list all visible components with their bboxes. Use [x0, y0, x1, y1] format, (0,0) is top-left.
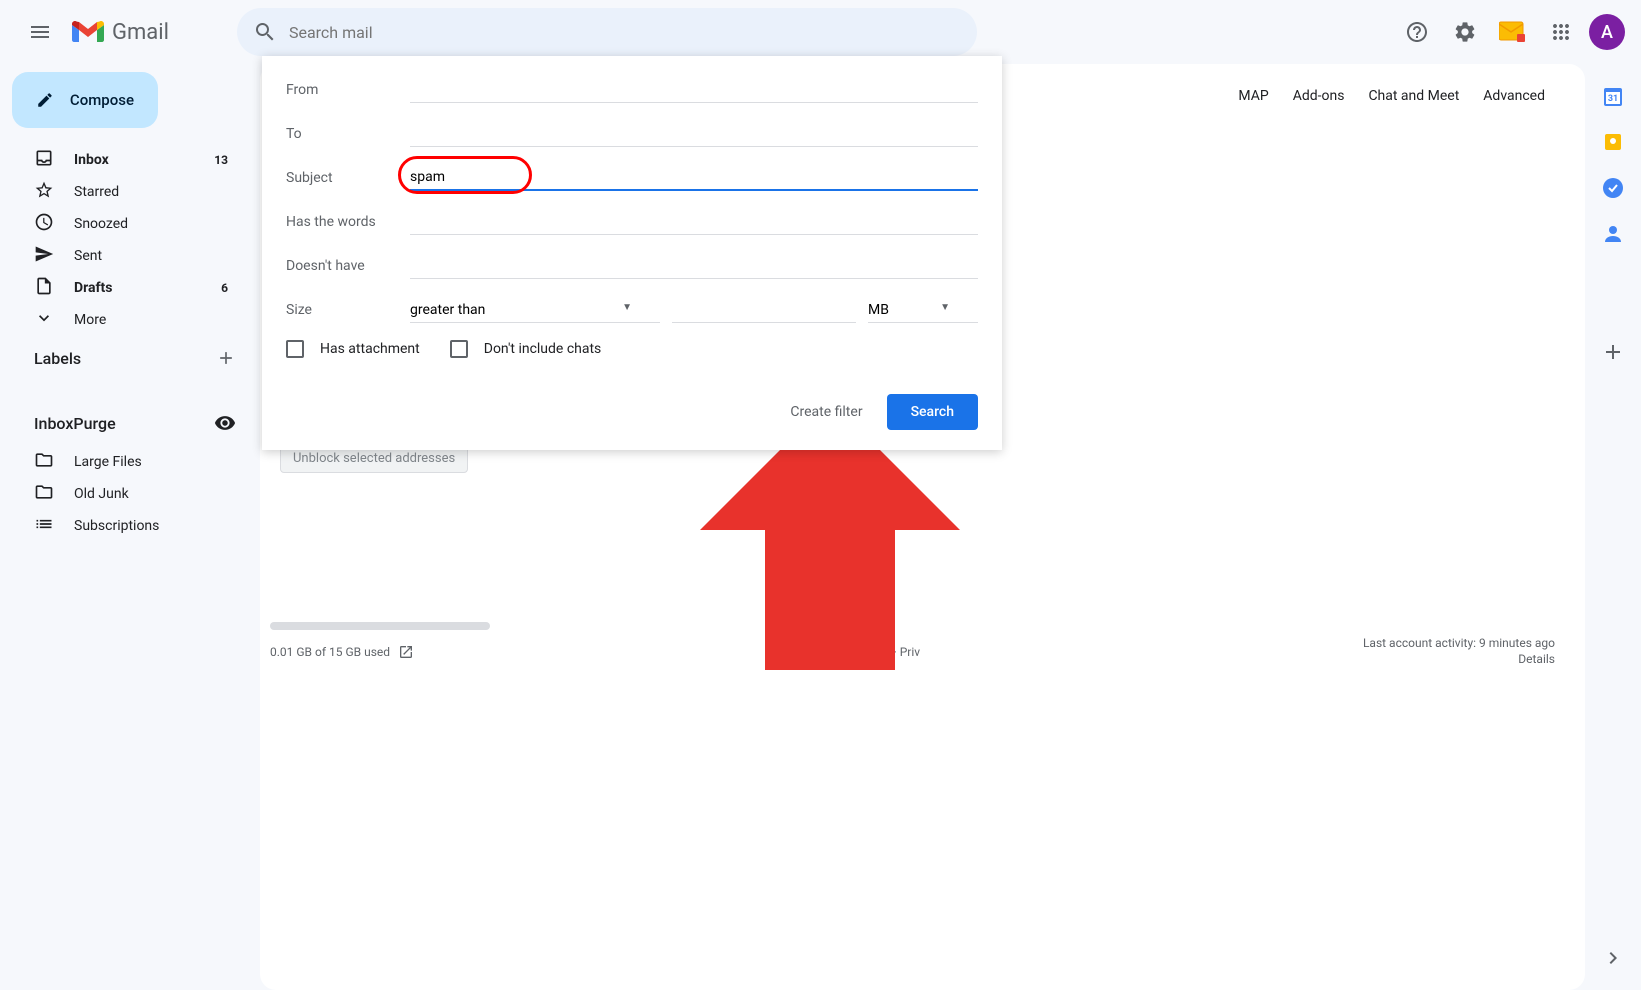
sidebar-item-label: Starred	[74, 184, 119, 200]
pencil-icon	[36, 88, 54, 112]
size-operator-select[interactable]: greater than ▼	[410, 298, 660, 323]
tab-map[interactable]: MAP	[1238, 84, 1268, 108]
tab-advanced[interactable]: Advanced	[1483, 84, 1545, 108]
settings-icon[interactable]	[1445, 12, 1485, 52]
clock-icon	[34, 212, 54, 236]
sidebar-item-label: Subscriptions	[74, 518, 159, 534]
has-attachment-checkbox[interactable]: Has attachment	[286, 340, 420, 358]
subject-input[interactable]	[410, 165, 978, 191]
eye-icon[interactable]	[214, 412, 236, 434]
sidebar-item-inbox[interactable]: Inbox 13	[8, 144, 252, 176]
svg-text:31: 31	[1608, 94, 1618, 104]
list-icon	[34, 514, 54, 538]
app-name: Gmail	[112, 20, 169, 45]
chevron-down-icon: ▼	[940, 302, 950, 318]
sidebar-item-starred[interactable]: Starred	[8, 176, 252, 208]
checkbox-icon	[450, 340, 468, 358]
sidebar-item-count: 13	[214, 153, 228, 167]
sidebar-item-label: Inbox	[74, 152, 109, 168]
compose-label: Compose	[70, 91, 134, 109]
inboxpurge-item-large-files[interactable]: Large Files	[8, 446, 252, 478]
haswords-input[interactable]	[410, 210, 978, 235]
plus-icon[interactable]	[216, 348, 236, 368]
search-button[interactable]: Search	[887, 394, 978, 430]
draft-icon	[34, 276, 54, 300]
compose-button[interactable]: Compose	[12, 72, 158, 128]
folder-icon	[34, 482, 54, 506]
sidebar-item-more[interactable]: More	[8, 304, 252, 336]
sidebar-item-drafts[interactable]: Drafts 6	[8, 272, 252, 304]
create-filter-link[interactable]: Create filter	[790, 404, 862, 420]
search-icon	[253, 20, 277, 44]
inboxpurge-header: InboxPurge	[8, 400, 252, 446]
from-input[interactable]	[410, 78, 978, 103]
doesnthave-label: Doesn't have	[286, 258, 410, 274]
storage-footer: 0.01 GB of 15 GB used	[270, 644, 414, 660]
details-link[interactable]: Details	[1363, 652, 1555, 666]
apps-icon[interactable]	[1541, 12, 1581, 52]
star-icon	[34, 180, 54, 204]
sidebar-item-sent[interactable]: Sent	[8, 240, 252, 272]
chevron-right-icon[interactable]	[1601, 946, 1625, 974]
chevron-down-icon	[34, 308, 54, 332]
add-panel-icon[interactable]	[1601, 340, 1625, 364]
size-value-input[interactable]	[672, 298, 856, 323]
checkbox-icon	[286, 340, 304, 358]
tab-addons[interactable]: Add-ons	[1293, 84, 1345, 108]
chevron-down-icon: ▼	[622, 302, 632, 318]
keep-icon[interactable]	[1601, 130, 1625, 154]
account-avatar[interactable]: A	[1589, 14, 1625, 50]
inboxpurge-item-old-junk[interactable]: Old Junk	[8, 478, 252, 510]
calendar-icon[interactable]: 31	[1601, 84, 1625, 108]
sidebar-item-count: 6	[221, 281, 228, 295]
sidebar-item-label: Old Junk	[74, 486, 129, 502]
doesnthave-input[interactable]	[410, 254, 978, 279]
sidebar-item-snoozed[interactable]: Snoozed	[8, 208, 252, 240]
subject-label: Subject	[286, 170, 410, 186]
dont-include-chats-checkbox[interactable]: Don't include chats	[450, 340, 602, 358]
gmail-icon	[72, 20, 104, 44]
side-panel: 31	[1585, 64, 1641, 364]
from-label: From	[286, 82, 410, 98]
sidebar-item-label: Large Files	[74, 454, 142, 470]
search-bar[interactable]	[237, 8, 977, 56]
send-icon	[34, 244, 54, 268]
sidebar-item-label: Snoozed	[74, 216, 128, 232]
size-label: Size	[286, 302, 410, 318]
search-options-dropdown: From To Subject Has the words Doesn't ha…	[262, 56, 1002, 450]
tasks-icon[interactable]	[1601, 176, 1625, 200]
size-unit-select[interactable]: MB ▼	[868, 298, 978, 323]
search-input[interactable]	[289, 23, 961, 42]
sidebar-item-label: More	[74, 312, 106, 328]
labels-header: Labels	[8, 336, 252, 380]
mail-badge-icon[interactable]	[1493, 12, 1533, 52]
inbox-icon	[34, 148, 54, 172]
to-input[interactable]	[410, 122, 978, 147]
open-in-new-icon[interactable]	[398, 644, 414, 660]
tab-chat-meet[interactable]: Chat and Meet	[1368, 84, 1459, 108]
sidebar-item-label: Drafts	[74, 280, 112, 296]
scrollbar[interactable]	[270, 622, 490, 630]
activity-footer: Last account activity: 9 minutes ago	[1363, 636, 1555, 650]
sidebar-item-label: Sent	[74, 248, 102, 264]
to-label: To	[286, 126, 410, 142]
gmail-logo[interactable]: Gmail	[72, 20, 169, 45]
sidebar: Compose Inbox 13 Starred Snoozed Sent Drafts 6…	[0, 64, 260, 990]
inboxpurge-item-subscriptions[interactable]: Subscriptions	[8, 510, 252, 542]
haswords-label: Has the words	[286, 214, 410, 230]
main-menu-icon[interactable]	[16, 8, 64, 56]
contacts-icon[interactable]	[1601, 222, 1625, 246]
help-icon[interactable]	[1397, 12, 1437, 52]
folder-icon	[34, 450, 54, 474]
